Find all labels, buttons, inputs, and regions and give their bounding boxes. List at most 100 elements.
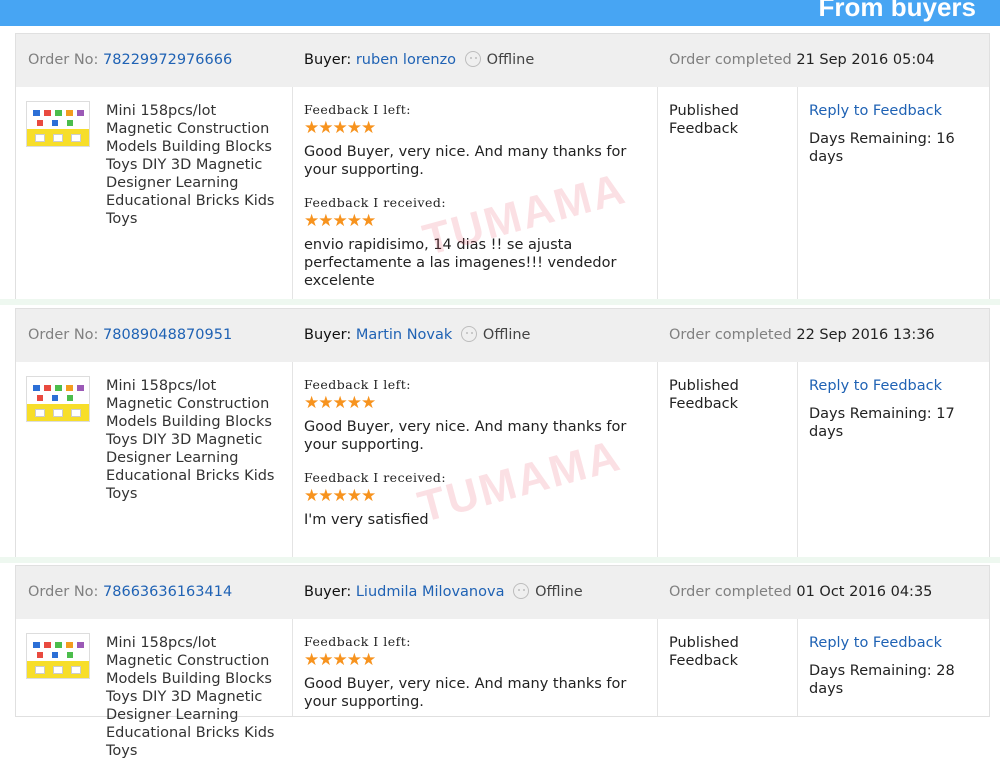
buyer-name-link[interactable]: Martin Novak	[356, 327, 452, 343]
feedback-left-rating: ★★★★★	[304, 650, 376, 670]
thumbnail-shape	[55, 110, 62, 116]
column-divider	[292, 619, 293, 716]
order-header: Order No: 78663636163414 Buyer: Liudmila…	[16, 566, 989, 619]
feedback-left-label: Feedback I left:	[304, 634, 411, 649]
buyer-name-link[interactable]: Liudmila Milovanova	[356, 584, 505, 600]
product-thumbnail[interactable]	[26, 633, 90, 679]
order-number-label: Order No:	[28, 584, 99, 600]
banner-title: From buyers	[818, 0, 977, 22]
product-thumbnail[interactable]	[26, 101, 90, 147]
published-status: Published Feedback	[669, 102, 739, 138]
reply-to-feedback-link[interactable]: Reply to Feedback	[809, 102, 989, 120]
order-number-label: Order No:	[28, 52, 99, 68]
column-divider	[797, 87, 798, 299]
thumbnail-shape	[55, 385, 62, 391]
order-completed: Order completed 01 Oct 2016 04:35	[669, 566, 932, 619]
thumbnail-shape	[66, 385, 73, 391]
thumbnail-shape	[67, 395, 73, 401]
buyer-info: Buyer: Martin Novak Offline	[304, 309, 530, 362]
thumbnail-shape	[44, 110, 51, 116]
days-remaining: Days Remaining: 17 days	[809, 406, 955, 440]
column-divider	[797, 362, 798, 557]
feedback-received-text: envio rapidisimo, 14 dias !! se ajusta p…	[304, 237, 617, 289]
feedback-received-rating: ★★★★★	[304, 486, 376, 506]
order-number: Order No: 78229972976666	[28, 34, 232, 87]
thumbnail-box	[71, 134, 81, 142]
order-completed-date: 21 Sep 2016 05:04	[796, 52, 935, 68]
order-completed-label: Order completed	[669, 327, 792, 343]
order-body: Mini 158pcs/lot Magnetic Construction Mo…	[16, 87, 989, 299]
buyer-label: Buyer:	[304, 327, 352, 343]
column-divider	[797, 619, 798, 716]
thumbnail-shape	[44, 385, 51, 391]
feedback-actions: Reply to Feedback Days Remaining: 16 day…	[809, 102, 989, 166]
feedback-left-text: Good Buyer, very nice. And many thanks f…	[304, 676, 627, 710]
order-completed-date: 22 Sep 2016 13:36	[796, 327, 935, 343]
order-number: Order No: 78663636163414	[28, 566, 232, 619]
feedback-section: Feedback I left: ★★★★★ Good Buyer, very …	[304, 634, 659, 711]
chat-status-icon[interactable]	[464, 50, 481, 67]
order-completed-label: Order completed	[669, 52, 792, 68]
order-header: Order No: 78229972976666 Buyer: ruben lo…	[16, 34, 989, 87]
published-label: Published	[669, 635, 739, 651]
header-banner: From buyers	[0, 0, 1000, 26]
chat-status-icon[interactable]	[460, 325, 477, 342]
reply-to-feedback-link[interactable]: Reply to Feedback	[809, 377, 989, 395]
order-number-link[interactable]: 78229972976666	[103, 52, 232, 68]
feedback-received-label: Feedback I received:	[304, 470, 447, 485]
thumbnail-shape	[66, 642, 73, 648]
thumbnail-shape	[55, 642, 62, 648]
thumbnail-box	[53, 134, 63, 142]
order-number-link[interactable]: 78089048870951	[103, 327, 232, 343]
feedback-received-rating: ★★★★★	[304, 211, 376, 231]
order-card: Order No: 78229972976666 Buyer: ruben lo…	[15, 33, 990, 300]
product-title[interactable]: Mini 158pcs/lot Magnetic Construction Mo…	[106, 634, 286, 760]
product-title[interactable]: Mini 158pcs/lot Magnetic Construction Mo…	[106, 377, 286, 503]
thumbnail-shape	[77, 642, 84, 648]
feedback-actions: Reply to Feedback Days Remaining: 28 day…	[809, 634, 989, 698]
order-card: Order No: 78089048870951 Buyer: Martin N…	[15, 308, 990, 558]
thumbnail-shape	[67, 120, 73, 126]
buyer-label: Buyer:	[304, 584, 352, 600]
chat-status-icon[interactable]	[513, 582, 530, 599]
column-divider	[292, 362, 293, 557]
published-feedback-label: Feedback	[669, 121, 739, 137]
days-remaining: Days Remaining: 28 days	[809, 663, 955, 697]
buyer-info: Buyer: ruben lorenzo Offline	[304, 34, 534, 87]
buyer-info: Buyer: Liudmila Milovanova Offline	[304, 566, 583, 619]
order-completed-label: Order completed	[669, 584, 792, 600]
feedback-actions: Reply to Feedback Days Remaining: 17 day…	[809, 377, 989, 441]
buyer-name-link[interactable]: ruben lorenzo	[356, 52, 456, 68]
order-number-link[interactable]: 78663636163414	[103, 584, 232, 600]
order-separator	[0, 299, 1000, 305]
feedback-left-text: Good Buyer, very nice. And many thanks f…	[304, 419, 627, 453]
thumbnail-shape	[37, 395, 43, 401]
thumbnail-shape	[37, 652, 43, 658]
order-separator	[0, 557, 1000, 563]
product-thumbnail[interactable]	[26, 376, 90, 422]
order-body: Mini 158pcs/lot Magnetic Construction Mo…	[16, 619, 989, 759]
feedback-received-label: Feedback I received:	[304, 195, 447, 210]
feedback-left-label: Feedback I left:	[304, 102, 411, 117]
feedback-received-text: I'm very satisfied	[304, 512, 429, 528]
thumbnail-shape	[52, 120, 58, 126]
thumbnail-box	[53, 409, 63, 417]
product-title[interactable]: Mini 158pcs/lot Magnetic Construction Mo…	[106, 102, 286, 228]
thumbnail-box	[71, 666, 81, 674]
published-label: Published	[669, 103, 739, 119]
thumbnail-shape	[77, 110, 84, 116]
order-completed: Order completed 21 Sep 2016 05:04	[669, 34, 935, 87]
feedback-left-text: Good Buyer, very nice. And many thanks f…	[304, 144, 627, 178]
thumbnail-box	[53, 666, 63, 674]
online-status: Offline	[486, 52, 535, 68]
thumbnail-box	[35, 134, 45, 142]
thumbnail-shape	[66, 110, 73, 116]
reply-to-feedback-link[interactable]: Reply to Feedback	[809, 634, 989, 652]
thumbnail-shape	[44, 642, 51, 648]
order-number: Order No: 78089048870951	[28, 309, 232, 362]
published-feedback-label: Feedback	[669, 653, 739, 669]
thumbnail-shape	[37, 120, 43, 126]
thumbnail-box	[35, 666, 45, 674]
order-card: Order No: 78663636163414 Buyer: Liudmila…	[15, 565, 990, 759]
published-label: Published	[669, 378, 739, 394]
